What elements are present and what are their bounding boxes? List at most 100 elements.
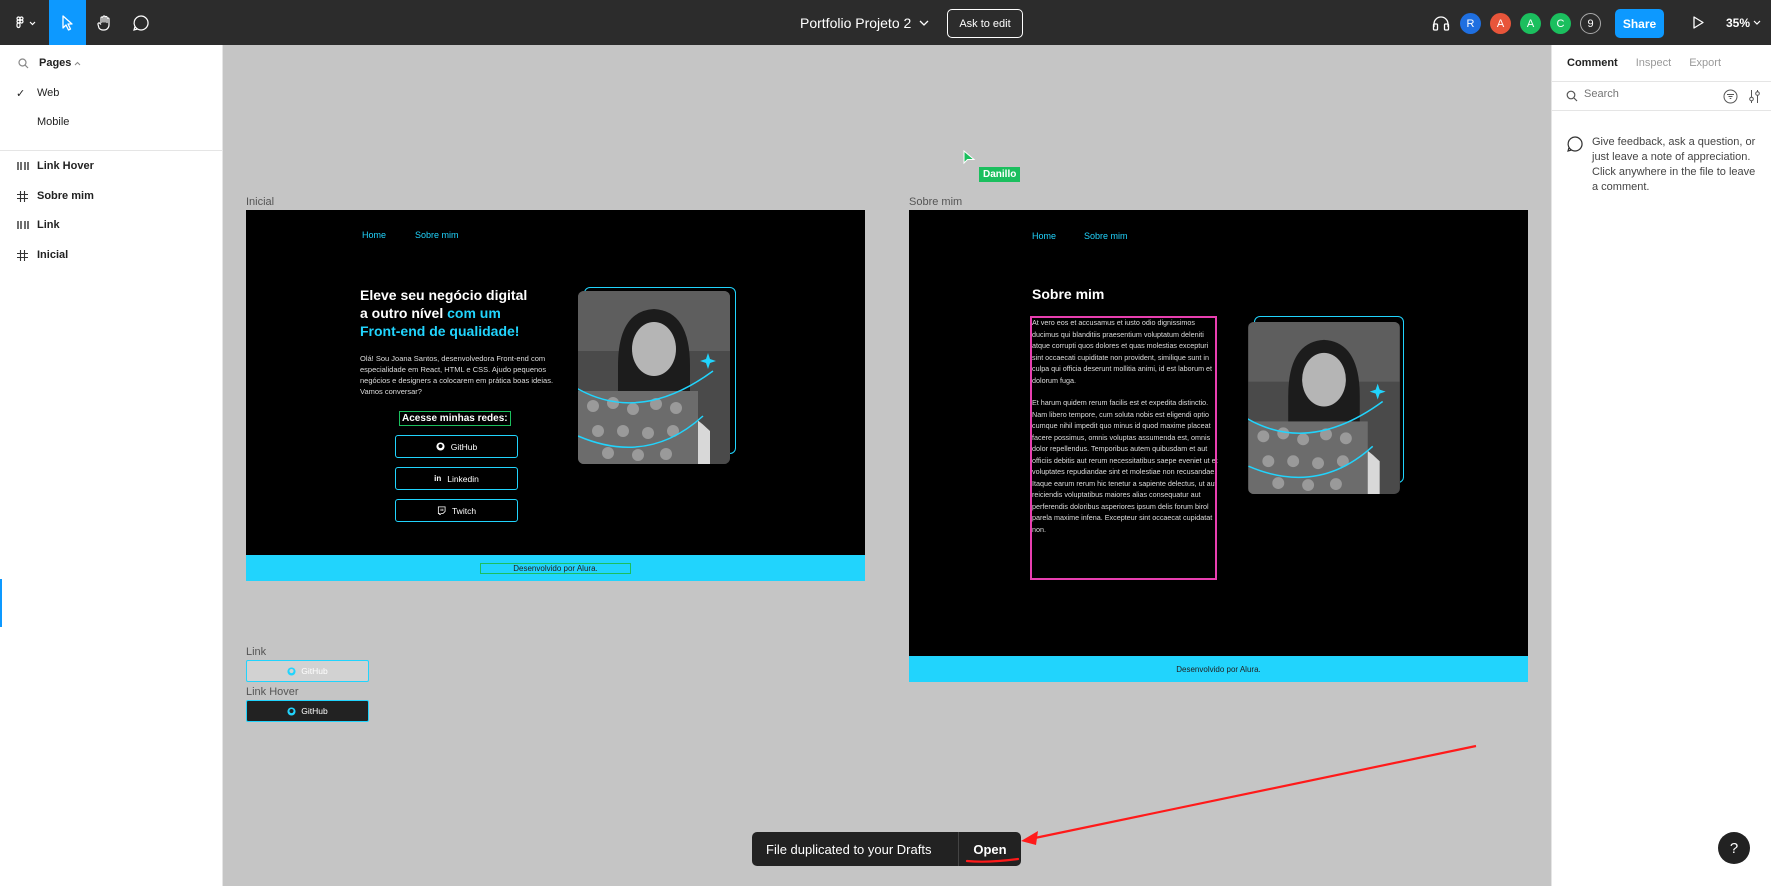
divider [0, 150, 222, 151]
frame-label-inicial[interactable]: Inicial [246, 196, 274, 208]
settings-sliders-icon[interactable] [1748, 89, 1761, 104]
nav-link-home[interactable]: Home [362, 230, 386, 240]
frame-label-sobre-mim[interactable]: Sobre mim [909, 196, 962, 208]
ask-to-edit-button[interactable]: Ask to edit [947, 9, 1023, 38]
button-label: GitHub [301, 706, 328, 716]
toolbar: Portfolio Projeto 2 Ask to edit R A A C … [0, 0, 1771, 45]
help-button[interactable]: ? [1718, 832, 1750, 864]
nav-link-home[interactable]: Home [1032, 231, 1056, 241]
file-title-menu[interactable]: Portfolio Projeto 2 [800, 0, 929, 45]
github-icon [287, 706, 296, 716]
headline-highlight-2: Front-end de qualidade! [360, 323, 520, 339]
toast-message: File duplicated to your Drafts [766, 841, 932, 857]
chevron-down-icon [1753, 20, 1761, 25]
component-label-link[interactable]: Link [246, 646, 266, 658]
move-tool-button[interactable] [49, 0, 86, 45]
search-icon [1566, 90, 1578, 102]
page-item-web[interactable]: ✓ Web [0, 80, 222, 106]
twitch-icon [437, 506, 446, 515]
check-icon: ✓ [16, 87, 26, 100]
avatar[interactable]: A [1520, 13, 1541, 34]
present-button[interactable] [1683, 0, 1713, 45]
layer-sobre-mim[interactable]: Sobre mim [0, 182, 222, 210]
layer-link-hover[interactable]: Link Hover [0, 152, 222, 180]
link-component[interactable]: GitHub [246, 660, 369, 682]
toast-open-button[interactable]: Open [959, 842, 1021, 857]
github-icon [287, 666, 296, 676]
share-button[interactable]: Share [1615, 9, 1664, 38]
woman-portrait-image [1248, 322, 1400, 494]
avatar[interactable]: A [1490, 13, 1511, 34]
footer-text: Desenvolvido por Alura. [1176, 664, 1261, 674]
more-users-count[interactable]: 9 [1580, 13, 1601, 34]
zoom-level: 35% [1726, 15, 1751, 30]
footer-text: Desenvolvido por Alura. [480, 562, 631, 574]
hero-headline: Eleve seu negócio digital a outro nível … [360, 286, 560, 340]
headphones-icon [1432, 15, 1450, 31]
avatar-letter: A [1496, 17, 1505, 30]
page-label: Mobile [37, 116, 70, 128]
tab-comment[interactable]: Comment [1567, 57, 1618, 69]
layer-label: Inicial [37, 249, 69, 261]
github-button[interactable]: GitHub [395, 435, 518, 458]
scroll-indicator [0, 579, 2, 627]
right-sidebar: Comment Inspect Export Give feedback, as… [1551, 45, 1771, 886]
pages-header[interactable]: Pages [18, 57, 81, 69]
linkedin-icon: in [434, 474, 442, 483]
woman-portrait-image [578, 291, 730, 464]
nav-link-sobre[interactable]: Sobre mim [415, 230, 459, 240]
zoom-menu[interactable]: 35% [1726, 0, 1761, 45]
avatar-letter: A [1526, 17, 1535, 30]
audio-button[interactable] [1426, 0, 1456, 45]
page-item-mobile[interactable]: Mobile [0, 109, 222, 135]
profile-photo [1248, 322, 1400, 494]
button-label: Linkedin [447, 473, 479, 484]
search-icon[interactable] [18, 57, 29, 69]
comment-bubble-icon [133, 14, 149, 31]
layer-link[interactable]: Link [0, 211, 222, 239]
chevron-up-icon[interactable] [74, 61, 81, 66]
collaborator-cursor-icon [963, 150, 976, 165]
layer-inicial[interactable]: Inicial [0, 241, 222, 269]
button-label: GitHub [450, 441, 478, 452]
page-label: Web [37, 87, 60, 99]
toast-notification: File duplicated to your Drafts Open [752, 832, 1021, 866]
tab-export[interactable]: Export [1689, 57, 1721, 69]
hero-intro: Olá! Sou Joana Santos, desenvolvedora Fr… [360, 354, 554, 396]
headline-line-1: Eleve seu negócio digital [360, 287, 528, 303]
layer-label: Link [37, 219, 60, 231]
link-hover-component[interactable]: GitHub [246, 700, 369, 722]
comment-tool-button[interactable] [124, 0, 158, 45]
filter-icon[interactable] [1723, 89, 1738, 104]
headline-line-2: a outro nível [360, 305, 448, 321]
figma-menu-button[interactable] [6, 0, 46, 45]
avatar[interactable]: R [1460, 13, 1481, 34]
more-users-label: 9 [1587, 17, 1594, 30]
frame-icon [0, 190, 37, 202]
linkedin-button[interactable]: in Linkedin [395, 467, 518, 490]
nav-link-sobre[interactable]: Sobre mim [1084, 231, 1128, 241]
comment-help: Give feedback, ask a question, or just l… [1566, 135, 1757, 195]
comment-help-text: Give feedback, ask a question, or just l… [1592, 136, 1756, 193]
tab-inspect[interactable]: Inspect [1636, 57, 1671, 69]
layer-label: Sobre mim [37, 190, 94, 202]
avatar[interactable]: C [1550, 13, 1571, 34]
component-icon [0, 161, 37, 171]
frame-icon [0, 249, 37, 261]
comment-bubble-icon [1567, 136, 1583, 152]
avatar-letter: C [1556, 17, 1565, 30]
avatar-letter: R [1466, 17, 1475, 30]
twitch-button[interactable]: Twitch [395, 499, 518, 522]
button-label: GitHub [301, 666, 328, 676]
selection-highlight [1030, 316, 1217, 580]
footer-inicial: Desenvolvido por Alura. [246, 555, 865, 581]
frame-sobre-mim[interactable]: Home Sobre mim Sobre mim At vero eos et … [909, 210, 1528, 682]
comment-search-input[interactable] [1584, 88, 1694, 100]
play-icon [1693, 16, 1704, 29]
frame-inicial[interactable]: Home Sobre mim Eleve seu negócio digital… [246, 210, 865, 581]
chevron-down-icon [919, 20, 929, 26]
hand-tool-button[interactable] [88, 0, 122, 45]
profile-photo [578, 291, 730, 464]
component-label-link-hover[interactable]: Link Hover [246, 686, 299, 698]
left-sidebar: Pages ✓ Web Mobile Link Hover Sobre mim … [0, 45, 223, 886]
